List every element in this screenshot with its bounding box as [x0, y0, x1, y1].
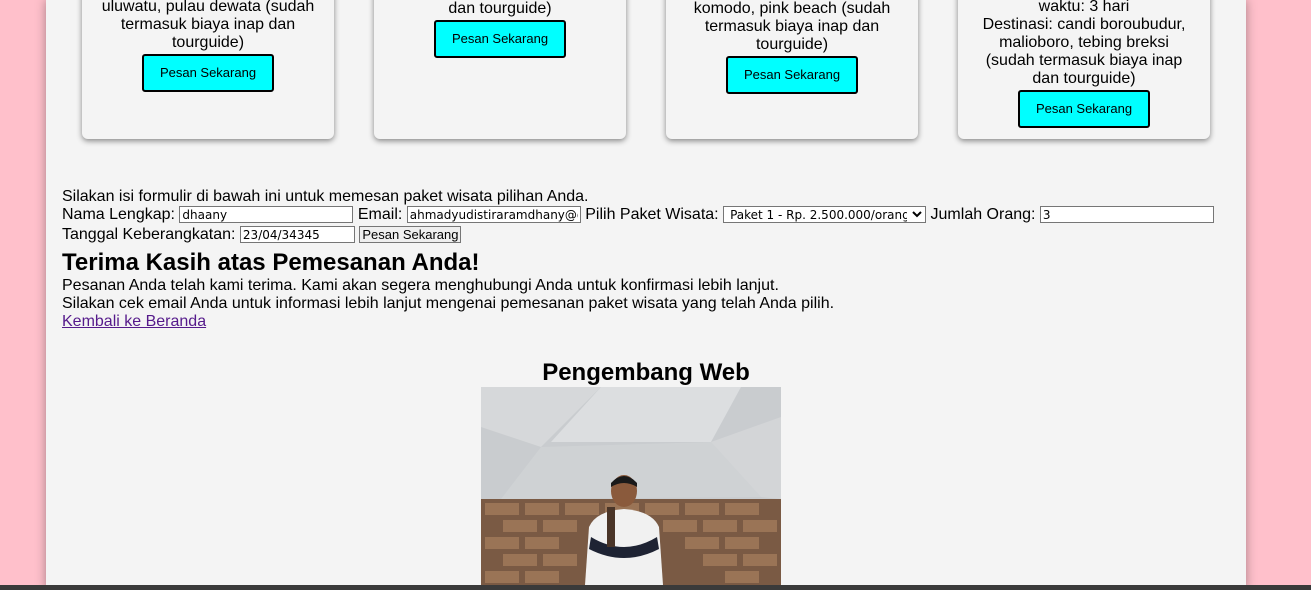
email-field[interactable] — [406, 206, 581, 224]
name-field[interactable] — [179, 206, 354, 224]
departure-date-field[interactable] — [239, 226, 355, 244]
developer-photo — [481, 387, 781, 585]
order-now-button[interactable]: Pesan Sekarang — [433, 20, 567, 58]
package-card-3: komodo, pink beach (sudah termasuk biaya… — [666, 0, 918, 139]
package-description: Destinasi: pantai kuta, pura uluwatu, pu… — [101, 0, 315, 51]
name-label: Nama Lengkap: — [62, 206, 175, 223]
thanks-message-2: Silakan cek email Anda untuk informasi l… — [62, 295, 835, 312]
package-select[interactable]: Paket 1 - Rp. 2.500.000/orang — [723, 206, 927, 224]
back-to-home-link[interactable]: Kembali ke Beranda — [62, 313, 206, 330]
status-bar — [0, 585, 1311, 590]
order-now-button[interactable]: Pesan Sekarang — [1017, 90, 1151, 128]
main-container: Destinasi: pantai kuta, pura uluwatu, pu… — [46, 0, 1246, 590]
package-label: Pilih Paket Wisata: — [585, 206, 719, 223]
thanks-message-1: Pesanan Anda telah kami terima. Kami aka… — [62, 277, 779, 294]
order-form: Silakan isi formulir di bawah ini untuk … — [62, 188, 1232, 331]
developer-heading: Pengembang Web — [542, 359, 750, 386]
package-card-2: dan tourguide) Pesan Sekarang — [374, 0, 626, 139]
departure-date-label: Tanggal Keberangkatan: — [62, 226, 236, 243]
submit-order-button[interactable] — [359, 226, 462, 244]
order-now-button[interactable]: Pesan Sekarang — [141, 54, 275, 92]
order-now-button[interactable]: Pesan Sekarang — [725, 56, 859, 94]
package-card-1: Destinasi: pantai kuta, pura uluwatu, pu… — [82, 0, 334, 139]
thanks-heading: Terima Kasih atas Pemesanan Anda! — [62, 249, 480, 276]
package-card-4: waktu: 3 hari Destinasi: candi boroubudu… — [958, 0, 1210, 139]
package-description: komodo, pink beach (sudah termasuk biaya… — [693, 0, 891, 53]
people-count-field[interactable] — [1039, 206, 1214, 224]
form-intro: Silakan isi formulir di bawah ini untuk … — [62, 188, 589, 205]
email-label: Email: — [357, 206, 403, 223]
package-description: waktu: 3 hari Destinasi: candi boroubudu… — [982, 0, 1186, 87]
package-description: dan tourguide) — [448, 0, 552, 17]
people-count-label: Jumlah Orang: — [930, 206, 1036, 223]
